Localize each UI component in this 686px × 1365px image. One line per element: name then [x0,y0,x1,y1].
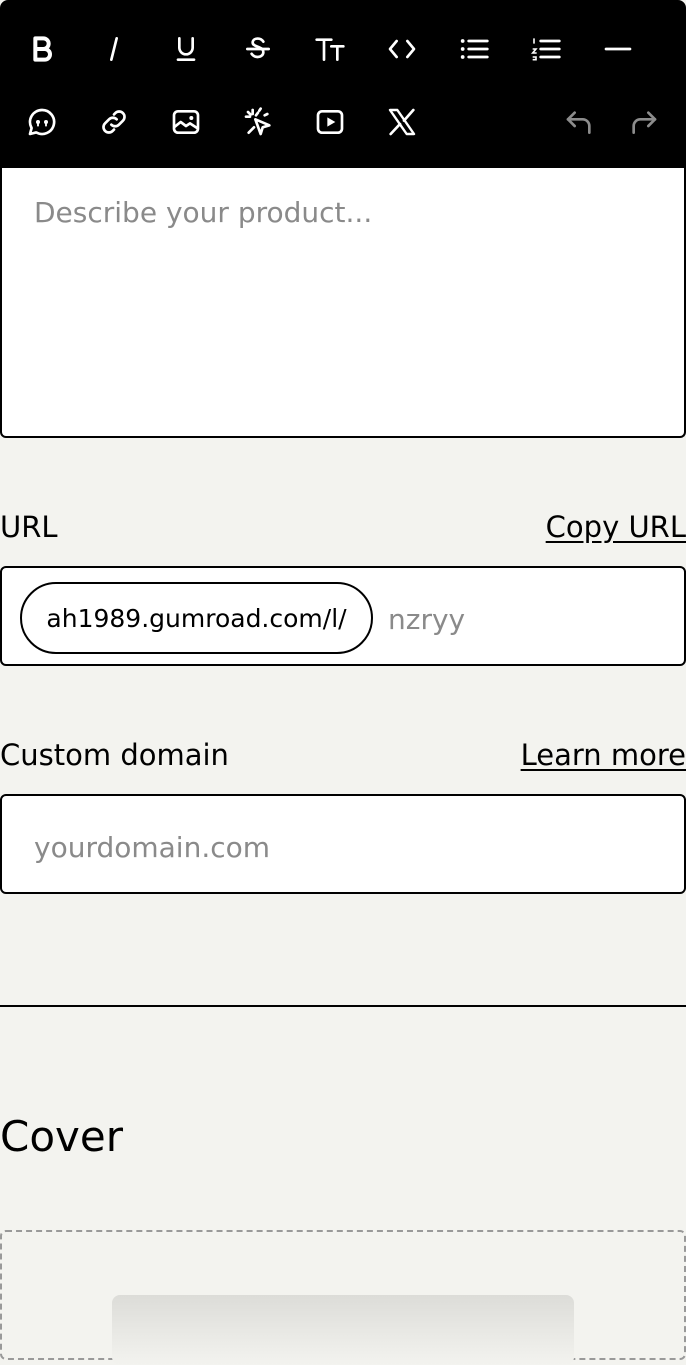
video-play-icon[interactable] [304,96,356,148]
link-icon[interactable] [88,96,140,148]
section-divider [0,1005,686,1007]
custom-domain-input[interactable]: yourdomain.com [34,831,270,864]
url-prefix-pill: ah1989.gumroad.com/l/ [20,582,373,654]
bullet-list-icon[interactable] [448,23,500,75]
quote-bubble-icon[interactable] [16,96,68,148]
copy-url-link[interactable]: Copy URL [546,510,686,544]
undo-icon[interactable] [554,96,606,148]
strikethrough-icon[interactable] [232,23,284,75]
editor-placeholder: Describe your product... [34,196,373,229]
url-label: URL [0,510,58,544]
bold-icon[interactable] [16,23,68,75]
redo-icon[interactable] [617,96,669,148]
numbered-list-icon[interactable] [520,23,572,75]
underline-icon[interactable] [160,23,212,75]
cover-upload-button[interactable] [112,1295,574,1365]
custom-domain-label: Custom domain [0,738,229,772]
code-icon[interactable] [376,23,428,75]
text-size-icon[interactable] [304,23,356,75]
x-logo-icon[interactable] [376,96,428,148]
cover-heading: Cover [0,1112,123,1161]
learn-more-link[interactable]: Learn more [521,738,686,772]
url-slug-input[interactable]: nzryy [388,603,465,636]
horizontal-rule-icon[interactable] [592,23,644,75]
sparkle-cursor-icon[interactable] [232,96,284,148]
image-icon[interactable] [160,96,212,148]
editor-toolbar [0,0,686,170]
url-field[interactable]: ah1989.gumroad.com/l/ nzryy [0,566,686,666]
italic-icon[interactable] [88,23,140,75]
custom-domain-field[interactable]: yourdomain.com [0,794,686,894]
